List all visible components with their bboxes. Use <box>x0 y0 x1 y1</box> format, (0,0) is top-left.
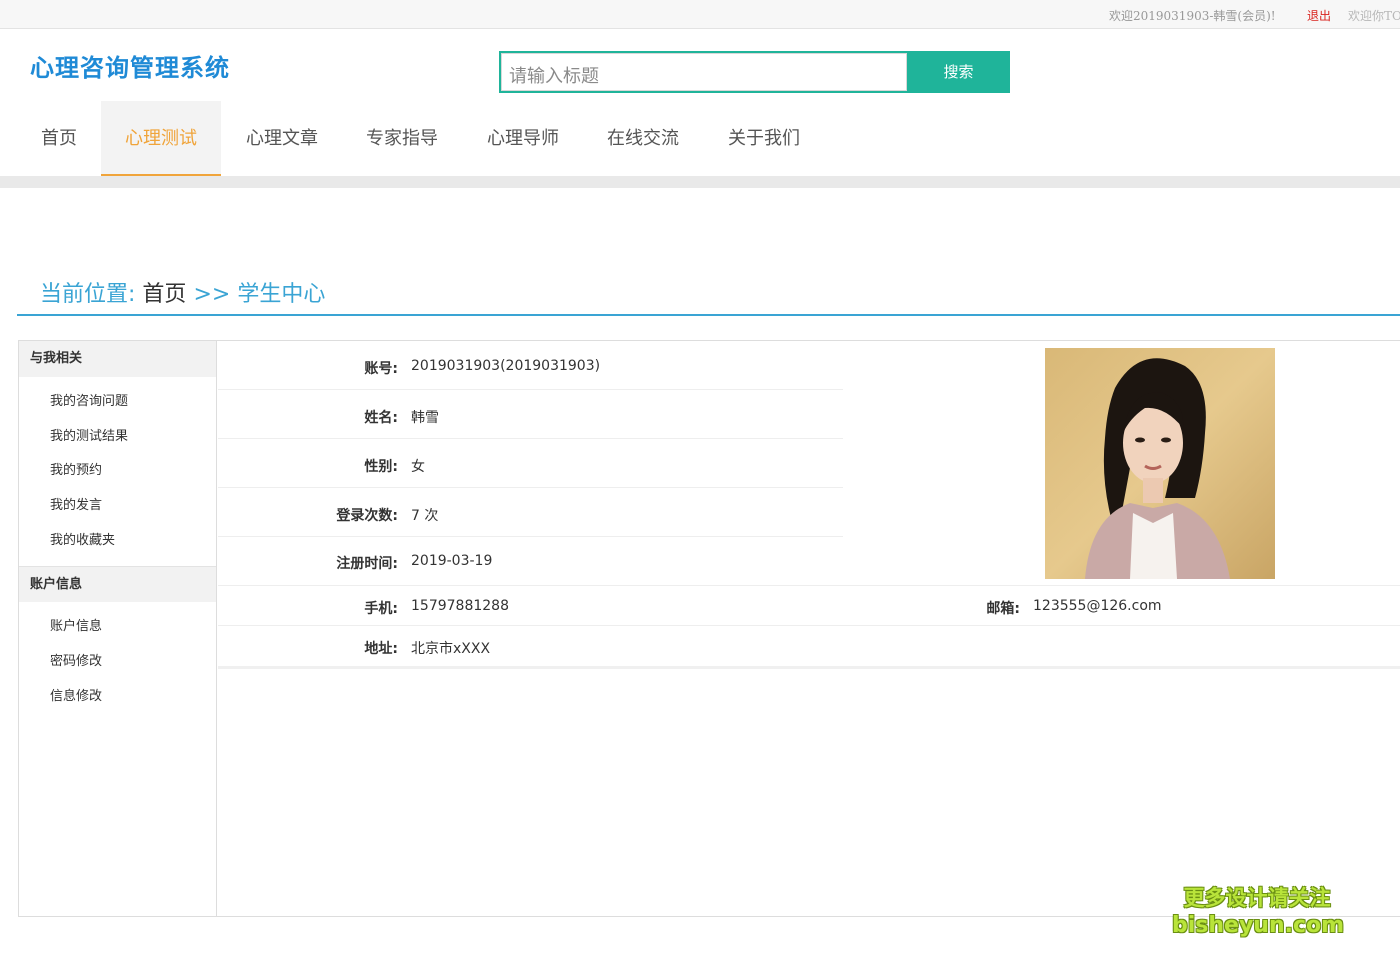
account-label: 账号: <box>364 361 398 377</box>
nav-divider-band <box>0 176 1400 188</box>
breadcrumb-current: 学生中心 <box>237 282 326 307</box>
search-input[interactable]: 请输入标题 <box>501 53 907 91</box>
gender-value: 女 <box>411 459 425 475</box>
address-value: 北京市xXXX <box>411 641 491 657</box>
nav-item-psych-test[interactable]: 心理测试 <box>101 101 221 177</box>
email-label: 邮箱: <box>986 601 1020 617</box>
watermark-line2: bisheyun.com <box>1172 913 1345 938</box>
profile-row-gender: 性别: 女 <box>218 439 843 488</box>
sidebar-item-my-posts[interactable]: 我的发言 <box>19 489 216 524</box>
logout-link[interactable]: 退出 <box>1307 7 1331 24</box>
avatar-photo <box>1045 348 1275 579</box>
profile-row-address: 地址: 北京市xXXX <box>218 626 1400 669</box>
sidebar-item-password-change[interactable]: 密码修改 <box>19 645 216 680</box>
phone-label: 手机: <box>364 601 398 617</box>
breadcrumb: 当前位置: 首页 >> 学生中心 <box>40 276 325 308</box>
name-label: 姓名: <box>364 410 398 426</box>
login-count-value: 7 次 <box>411 508 439 524</box>
breadcrumb-separator: >> <box>193 282 231 307</box>
sidebar-item-info-edit[interactable]: 信息修改 <box>19 680 216 715</box>
welcome-text-right: 欢迎你TO <box>1348 9 1400 23</box>
sidebar-section-title-related: 与我相关 <box>19 341 216 377</box>
nav-item-online-chat[interactable]: 在线交流 <box>593 101 693 177</box>
profile-row-account: 账号: 2019031903(2019031903) <box>218 341 843 390</box>
profile-row-name: 姓名: 韩雪 <box>218 390 843 439</box>
breadcrumb-prefix: 当前位置: <box>40 282 136 307</box>
sidebar-item-my-favorites[interactable]: 我的收藏夹 <box>19 524 216 559</box>
login-count-label: 登录次数: <box>336 508 398 524</box>
name-value: 韩雪 <box>411 410 439 426</box>
nav-item-expert-guide[interactable]: 专家指导 <box>352 101 452 177</box>
search-button[interactable]: 搜索 <box>907 51 1010 93</box>
nav-item-about[interactable]: 关于我们 <box>714 101 814 177</box>
profile-row-contact: 手机: 15797881288 邮箱: 123555@126.com <box>218 585 1400 626</box>
registered-value: 2019-03-19 <box>411 553 493 569</box>
nav-item-mentors[interactable]: 心理导师 <box>473 101 573 177</box>
phone-value: 15797881288 <box>411 598 509 614</box>
sidebar: 与我相关 我的咨询问题 我的测试结果 我的预约 我的发言 我的收藏夹 账户信息 … <box>19 341 217 916</box>
nav-item-home[interactable]: 首页 <box>27 101 91 177</box>
watermark-line1: 更多设计请关注 <box>1183 886 1331 910</box>
profile-row-registered: 注册时间: 2019-03-19 <box>218 537 843 585</box>
student-center-panel: 与我相关 我的咨询问题 我的测试结果 我的预约 我的发言 我的收藏夹 账户信息 … <box>18 340 1400 917</box>
sidebar-item-my-appointments[interactable]: 我的预约 <box>19 454 216 489</box>
top-bar: 欢迎2019031903-韩雪(会员)! 退出 欢迎你TO <box>0 0 1400 29</box>
sidebar-item-my-test-results[interactable]: 我的测试结果 <box>19 420 216 455</box>
sidebar-item-account-info[interactable]: 账户信息 <box>19 610 216 645</box>
sidebar-section-title-account: 账户信息 <box>19 566 216 603</box>
watermark: 更多设计请关注 bisheyun.com <box>1172 884 1345 940</box>
nav-item-articles[interactable]: 心理文章 <box>232 101 332 177</box>
account-value: 2019031903(2019031903) <box>411 358 601 374</box>
breadcrumb-underline <box>17 314 1400 316</box>
email-value: 123555@126.com <box>1033 598 1162 614</box>
breadcrumb-home[interactable]: 首页 <box>142 282 186 307</box>
site-logo[interactable]: 心理咨询管理系统 <box>30 48 230 83</box>
sidebar-item-my-questions[interactable]: 我的咨询问题 <box>19 385 216 420</box>
welcome-text: 欢迎2019031903-韩雪(会员)! <box>1109 9 1276 23</box>
registered-label: 注册时间: <box>336 556 398 572</box>
profile-info: 账号: 2019031903(2019031903) 姓名: 韩雪 性别: 女 … <box>218 341 1400 671</box>
search-box: 请输入标题 搜索 <box>499 51 1010 93</box>
address-label: 地址: <box>364 641 398 657</box>
profile-row-logins: 登录次数: 7 次 <box>218 488 843 537</box>
main-nav: 首页 心理测试 心理文章 专家指导 心理导师 在线交流 关于我们 <box>0 101 1400 177</box>
gender-label: 性别: <box>364 459 398 475</box>
